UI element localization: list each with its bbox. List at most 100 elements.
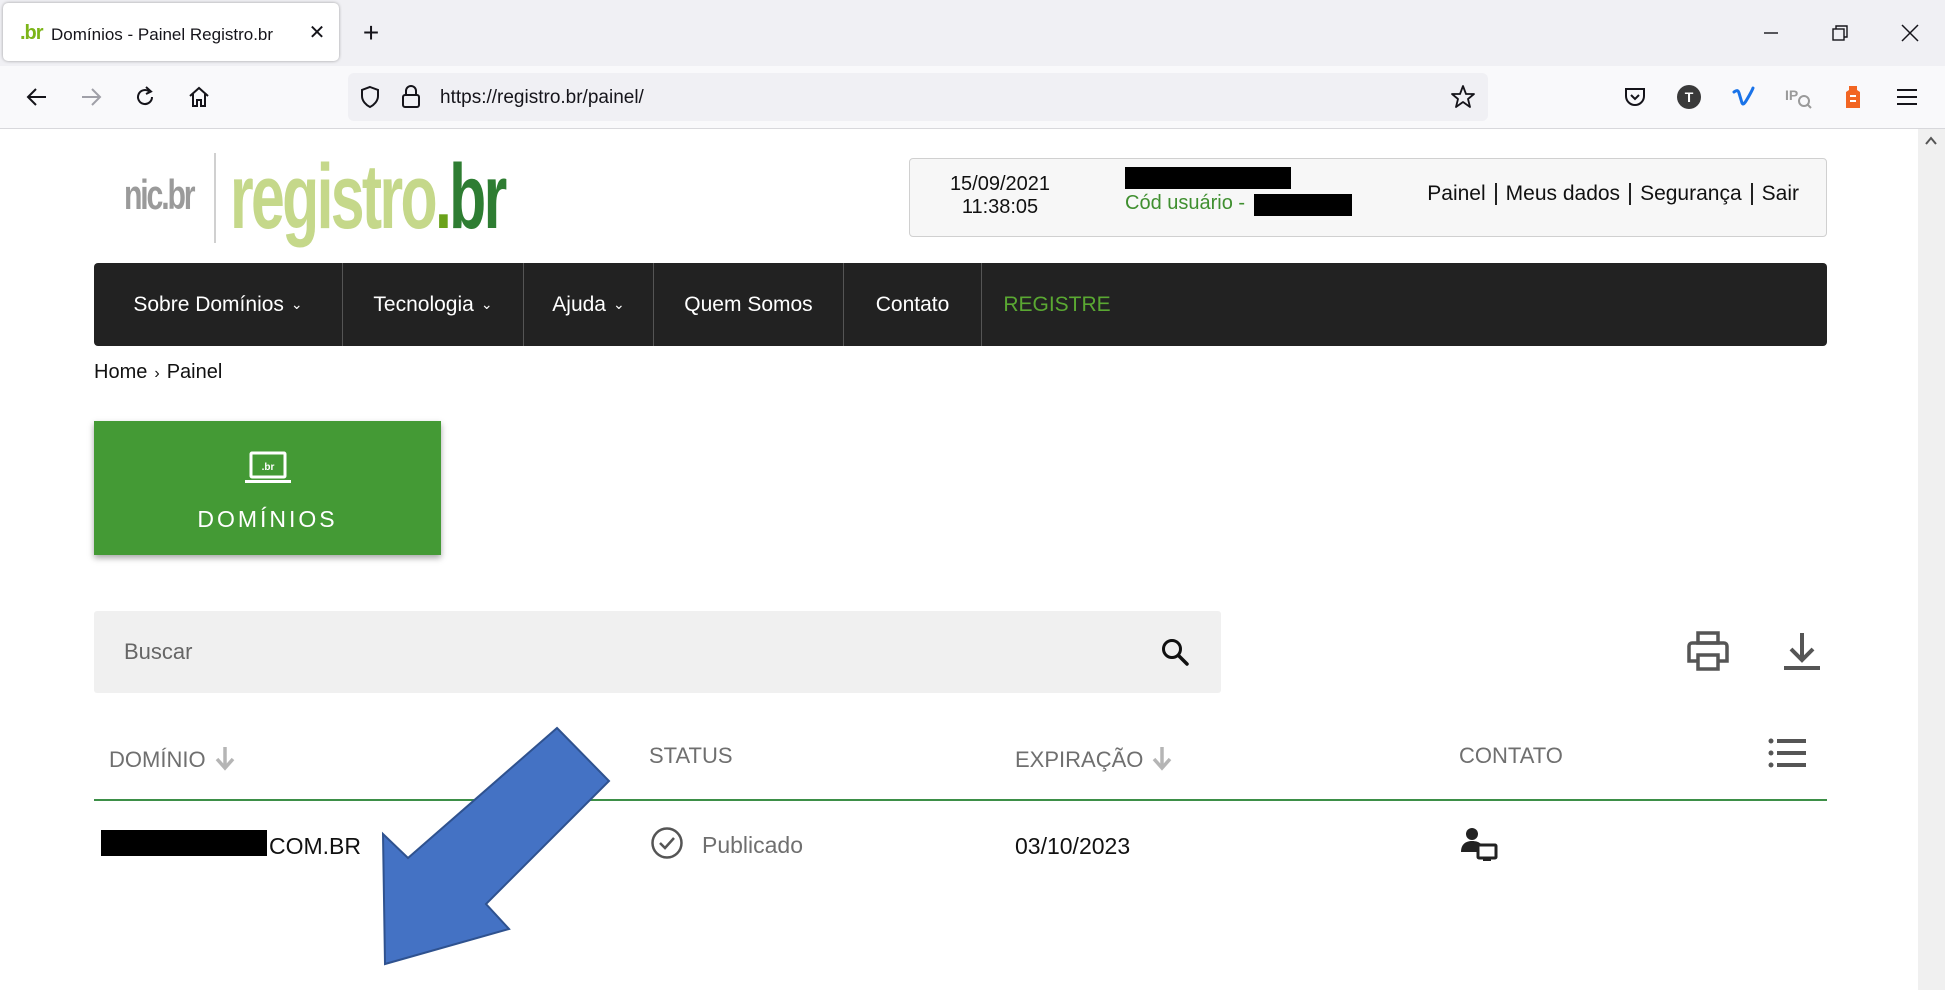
header-contato: CONTATO xyxy=(1459,743,1563,768)
main-navigation: Sobre Domínios ⌄ Tecnologia ⌄ Ajuda ⌄ Quem … xyxy=(94,263,1827,346)
forward-button[interactable] xyxy=(74,80,108,114)
header-expiracao[interactable]: EXPIRAÇÃO xyxy=(1015,745,1173,773)
ip-extension[interactable]: IP xyxy=(1782,81,1814,113)
vimeo-icon xyxy=(1732,86,1755,106)
close-icon xyxy=(1901,24,1919,42)
breadcrumb: Home › Painel xyxy=(94,361,222,384)
shield-icon[interactable] xyxy=(358,85,382,109)
menu-icon xyxy=(1897,89,1917,105)
close-window-button[interactable] xyxy=(1887,14,1933,52)
search-box xyxy=(94,611,1221,693)
home-icon xyxy=(189,86,209,107)
logo-registro-text: registro xyxy=(230,146,438,248)
logo-divider xyxy=(214,153,216,243)
nav-quem-somos[interactable]: Quem Somos xyxy=(654,263,844,346)
nav-contato-label: Contato xyxy=(875,292,950,316)
back-button[interactable] xyxy=(20,80,54,114)
address-bar[interactable]: https://registro.br/painel/ xyxy=(348,73,1488,121)
lock-icon[interactable] xyxy=(400,84,422,110)
svg-text:.br: .br xyxy=(262,462,275,473)
logo-br-text: br xyxy=(449,146,507,248)
table-header-divider xyxy=(94,799,1827,801)
header-dominio-label: DOMÍNIO xyxy=(109,747,206,772)
account-button[interactable]: T xyxy=(1673,81,1705,113)
check-circle-icon xyxy=(651,827,683,859)
pocket-button[interactable] xyxy=(1619,81,1651,113)
nav-ajuda[interactable]: Ajuda ⌄ xyxy=(524,263,654,346)
list-options-icon[interactable] xyxy=(1768,737,1806,769)
registro-logo[interactable]: nic.br registro.br xyxy=(124,146,524,249)
redacted-username xyxy=(1125,167,1291,189)
vimeo-extension[interactable] xyxy=(1728,81,1760,113)
contact-person-icon[interactable] xyxy=(1460,826,1498,862)
sort-arrow-down-icon[interactable] xyxy=(1151,745,1173,771)
reload-button[interactable] xyxy=(128,80,162,114)
nav-contato[interactable]: Contato xyxy=(844,263,982,346)
forward-icon xyxy=(82,88,102,106)
new-tab-button[interactable]: + xyxy=(356,18,386,48)
scroll-up-icon[interactable] xyxy=(1925,135,1937,147)
nav-quem-somos-label: Quem Somos xyxy=(684,292,813,316)
restore-button[interactable] xyxy=(1817,14,1863,52)
back-icon xyxy=(26,88,46,106)
search-input[interactable] xyxy=(122,631,1126,673)
expiration-date: 03/10/2023 xyxy=(1015,833,1131,859)
ip-icon: IP xyxy=(1785,87,1812,109)
extension-button[interactable] xyxy=(1837,81,1869,113)
user-info-box: 15/09/2021 11:38:05 Cód usuário - Painel… xyxy=(909,158,1827,237)
search-icon[interactable] xyxy=(1160,637,1190,667)
browser-tab[interactable]: .br Domínios - Painel Registro.br ✕ xyxy=(3,3,339,61)
home-button[interactable] xyxy=(182,80,216,114)
annotation-arrow-icon xyxy=(381,726,611,966)
laptop-br-icon: .br xyxy=(245,451,291,483)
browser-tab-bar: .br Domínios - Painel Registro.br ✕ + xyxy=(0,0,1945,66)
header-dominio[interactable]: DOMÍNIO xyxy=(109,745,236,773)
redacted-domain-name xyxy=(101,830,267,856)
nav-registre-label: REGISTRE xyxy=(1003,292,1111,316)
chevron-down-icon: ⌄ xyxy=(480,296,493,312)
registro-br-wordmark: registro.br xyxy=(230,145,507,250)
account-icon: T xyxy=(1677,85,1701,109)
breadcrumb-current: Painel xyxy=(166,361,223,383)
minimize-icon xyxy=(1764,32,1778,34)
nav-sobre-dominios-label: Sobre Domínios xyxy=(133,292,284,316)
page-content: nic.br registro.br 15/09/2021 11:38:05 C… xyxy=(0,129,1918,990)
reload-icon xyxy=(137,86,154,106)
restore-icon xyxy=(1832,25,1848,41)
nav-tecnologia[interactable]: Tecnologia ⌄ xyxy=(343,263,524,346)
dominios-card[interactable]: .br DOMÍNIOS xyxy=(94,421,441,555)
nic-br-logo: nic.br xyxy=(124,171,196,218)
chevron-down-icon: ⌄ xyxy=(290,296,303,312)
close-tab-icon[interactable]: ✕ xyxy=(305,21,329,45)
header-expiracao-label: EXPIRAÇÃO xyxy=(1015,747,1144,772)
menu-button[interactable] xyxy=(1891,81,1923,113)
session-datetime: 15/09/2021 11:38:05 xyxy=(940,173,1060,219)
link-painel[interactable]: Painel xyxy=(1418,183,1494,205)
minimize-button[interactable] xyxy=(1748,14,1794,52)
extension-icon xyxy=(1846,86,1860,108)
user-code-label: Cód usuário - xyxy=(1125,192,1246,214)
download-icon[interactable] xyxy=(1780,629,1824,673)
session-time: 11:38:05 xyxy=(961,196,1039,218)
breadcrumb-home[interactable]: Home xyxy=(94,361,147,383)
link-meus-dados[interactable]: Meus dados xyxy=(1494,183,1629,205)
nav-sobre-dominios[interactable]: Sobre Domínios ⌄ xyxy=(94,263,343,346)
domain-suffix[interactable]: COM.BR xyxy=(269,833,361,860)
nav-registre[interactable]: REGISTRE xyxy=(982,263,1132,346)
status-text: Publicado xyxy=(702,832,804,858)
chevron-down-icon: ⌄ xyxy=(612,296,625,312)
link-sair[interactable]: Sair xyxy=(1750,183,1808,205)
svg-text:IP: IP xyxy=(1785,87,1798,103)
nav-tecnologia-label: Tecnologia xyxy=(373,292,474,316)
redacted-user-code xyxy=(1254,194,1352,216)
sort-arrow-down-icon[interactable] xyxy=(214,745,236,771)
url-text[interactable]: https://registro.br/painel/ xyxy=(440,87,644,109)
breadcrumb-separator: › xyxy=(154,365,160,382)
print-icon[interactable] xyxy=(1686,629,1730,673)
star-icon[interactable] xyxy=(1450,84,1476,110)
tab-title: Domínios - Painel Registro.br xyxy=(51,25,274,44)
page-scrollbar[interactable] xyxy=(1918,129,1945,990)
link-seguranca[interactable]: Segurança xyxy=(1629,183,1751,205)
logo-dot-text: . xyxy=(434,146,452,248)
nav-ajuda-label: Ajuda xyxy=(552,292,606,316)
